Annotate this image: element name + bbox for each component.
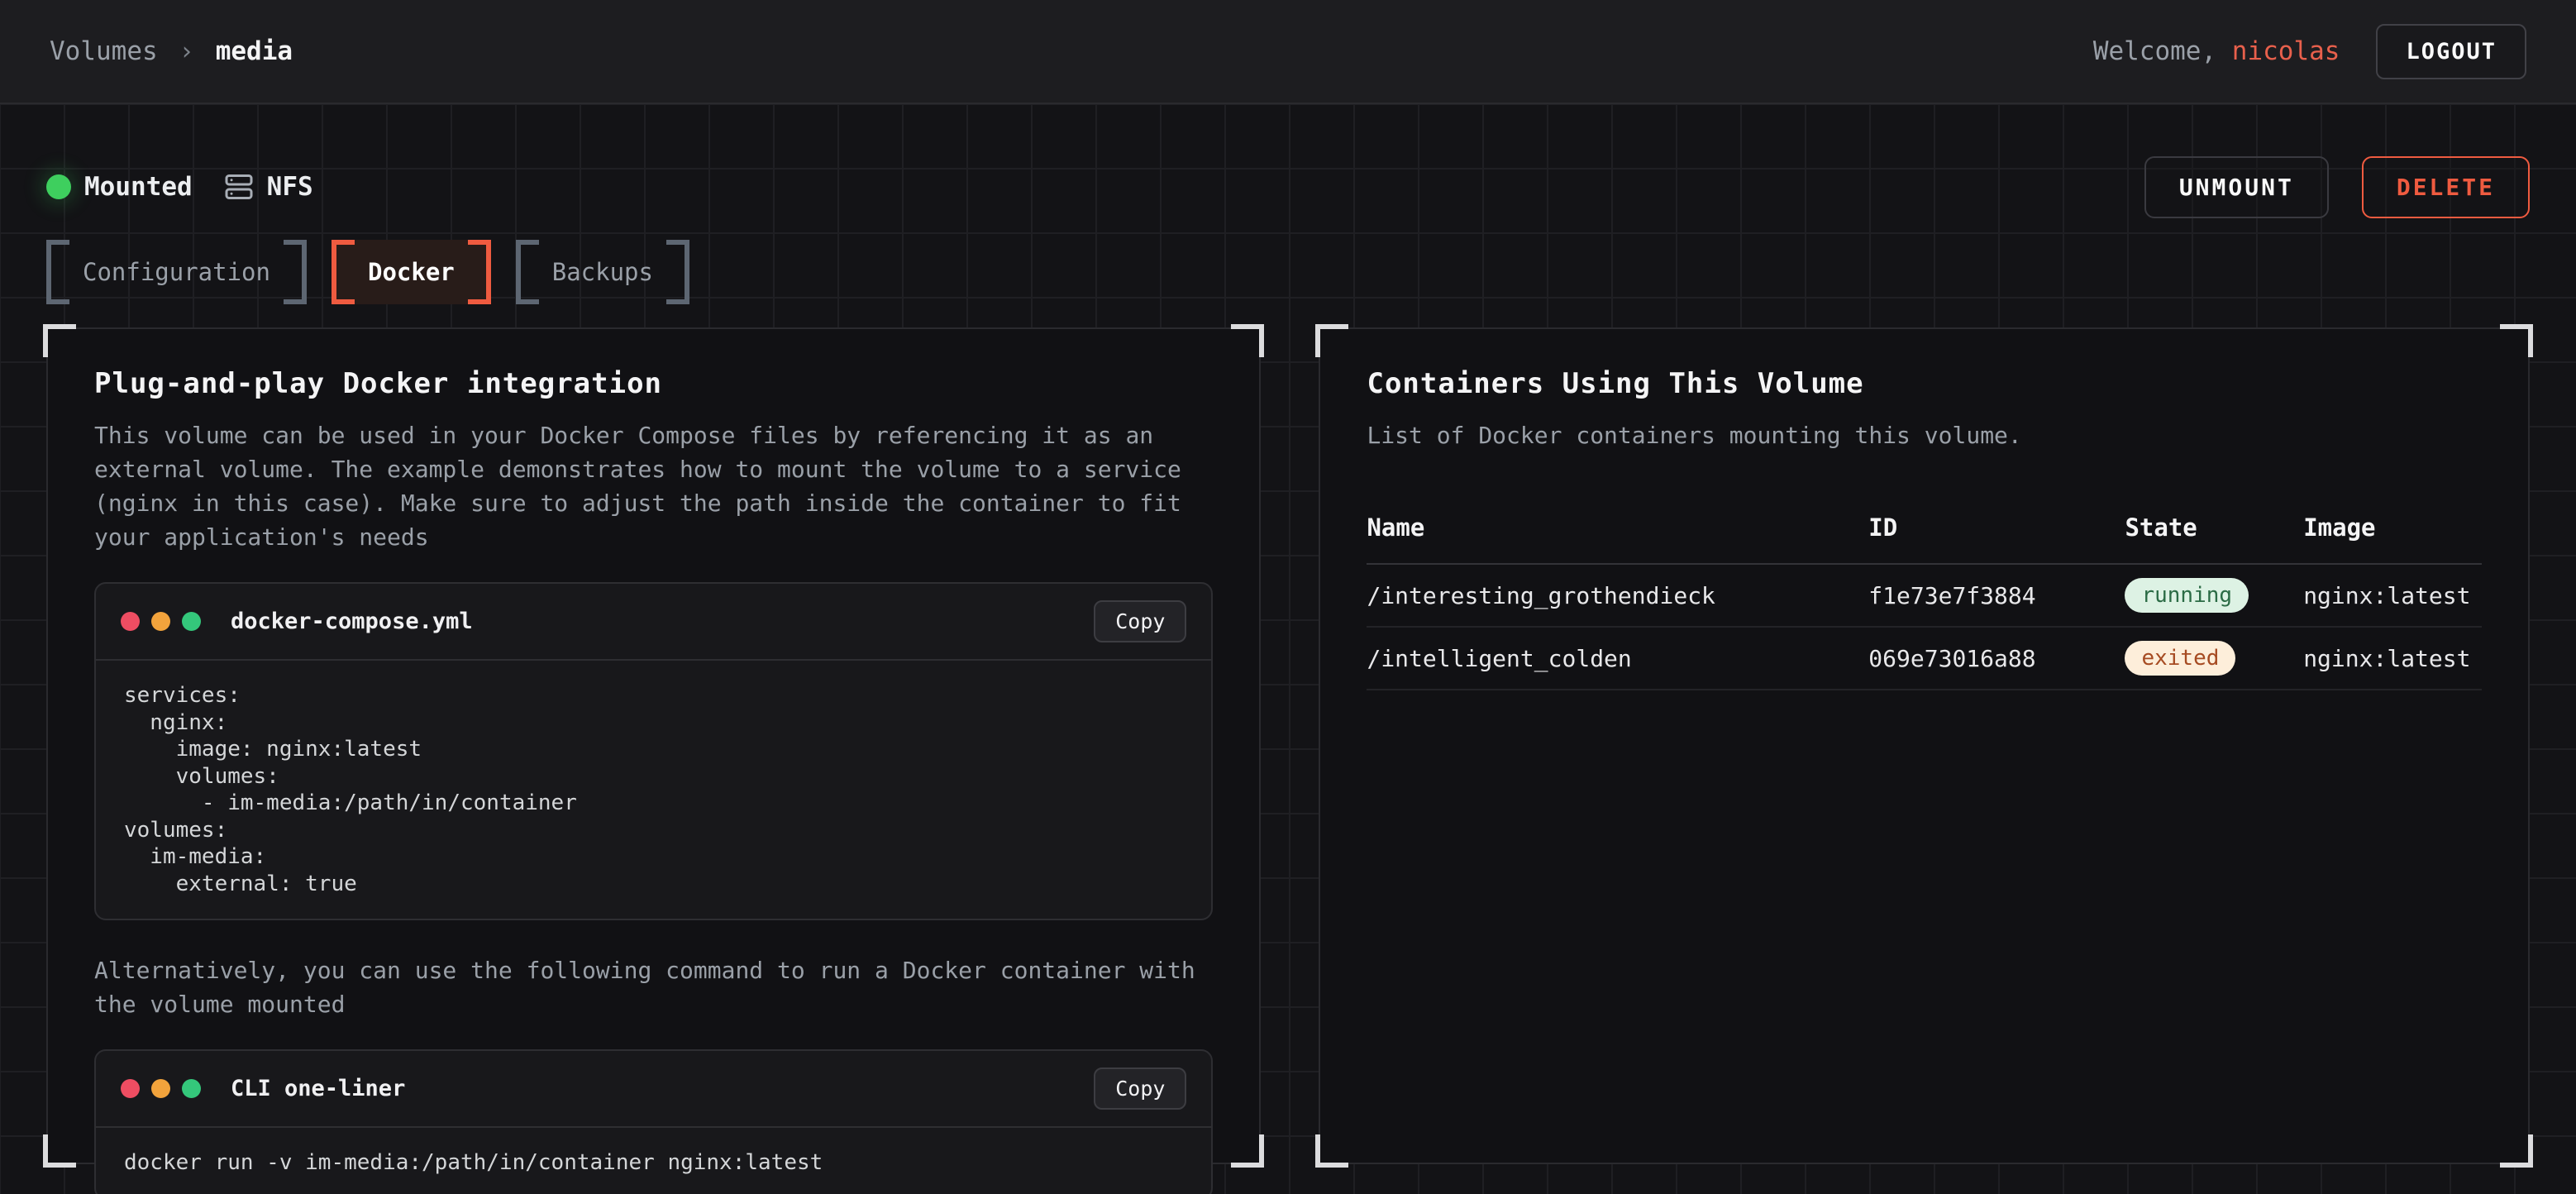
header-right: Welcome, nicolas LOGOUT — [2093, 24, 2526, 79]
red-dot-icon — [121, 612, 140, 631]
corner-bracket — [43, 1134, 76, 1168]
container-image: nginx:latest — [2303, 582, 2482, 609]
tab-configuration[interactable]: Configuration — [46, 240, 307, 304]
volume-status: Mounted NFS — [46, 172, 313, 202]
mounted-status: Mounted — [46, 172, 193, 202]
green-dot-icon — [182, 612, 201, 631]
cli-filename: CLI one-liner — [231, 1076, 405, 1101]
container-state: exited — [2125, 641, 2303, 676]
corner-bracket — [1315, 1134, 1348, 1168]
container-name: /interesting_grothendieck — [1367, 582, 1868, 609]
corner-bracket — [43, 324, 76, 357]
status-badge: exited — [2125, 641, 2235, 676]
server-icon — [224, 172, 254, 202]
traffic-lights-icon — [121, 612, 201, 631]
breadcrumb-volumes-link[interactable]: Volumes — [50, 36, 158, 66]
amber-dot-icon — [151, 612, 170, 631]
mounted-status-label: Mounted — [84, 172, 193, 202]
welcome-message: Welcome, nicolas — [2093, 36, 2340, 66]
fs-type: NFS — [224, 172, 313, 202]
status-row: Mounted NFS UNMOUNT DELETE — [46, 155, 2530, 218]
containers-panel: Containers Using This Volume List of Doc… — [1319, 327, 2530, 1164]
chevron-right-icon: › — [179, 37, 194, 66]
mounted-status-dot-icon — [46, 174, 71, 199]
containers-panel-subtitle: List of Docker containers mounting this … — [1367, 418, 2482, 452]
tab-docker-label: Docker — [368, 258, 455, 286]
container-state: running — [2125, 578, 2303, 613]
tab-configuration-label: Configuration — [83, 258, 270, 286]
tab-backups[interactable]: Backups — [516, 240, 689, 304]
cli-intro-text: Alternatively, you can use the following… — [94, 953, 1213, 1021]
corner-bracket — [1231, 1134, 1264, 1168]
main-content: Mounted NFS UNMOUNT DELETE Configuration… — [0, 104, 2576, 1194]
column-header-id: ID — [1868, 513, 2125, 542]
cli-code-block: CLI one-liner Copy docker run -v im-medi… — [94, 1049, 1213, 1194]
container-id: 069e73016a88 — [1868, 645, 2125, 672]
container-image: nginx:latest — [2303, 645, 2482, 672]
tab-bar: Configuration Docker Backups — [46, 240, 2530, 304]
tab-docker[interactable]: Docker — [332, 240, 491, 304]
column-header-state: State — [2125, 513, 2303, 542]
status-badge: running — [2125, 578, 2249, 613]
container-id: f1e73e7f3884 — [1868, 582, 2125, 609]
column-header-image: Image — [2303, 513, 2482, 542]
compose-code-block: docker-compose.yml Copy services: nginx:… — [94, 582, 1213, 920]
amber-dot-icon — [151, 1079, 170, 1098]
corner-bracket — [2500, 1134, 2533, 1168]
column-header-name: Name — [1367, 513, 1868, 542]
cli-copy-button[interactable]: Copy — [1094, 1067, 1186, 1110]
tab-backups-label: Backups — [552, 258, 653, 286]
breadcrumb: Volumes › media — [50, 36, 293, 66]
unmount-button[interactable]: UNMOUNT — [2144, 156, 2329, 218]
cli-code-text: docker run -v im-media:/path/in/containe… — [124, 1149, 1183, 1177]
compose-code-header: docker-compose.yml Copy — [96, 584, 1211, 659]
breadcrumb-current-volume: media — [216, 36, 293, 66]
containers-panel-title: Containers Using This Volume — [1367, 367, 2482, 400]
traffic-lights-icon — [121, 1079, 201, 1098]
cli-code-header: CLI one-liner Copy — [96, 1051, 1211, 1126]
delete-button[interactable]: DELETE — [2362, 156, 2530, 218]
volume-actions: UNMOUNT DELETE — [2144, 156, 2530, 218]
compose-copy-button[interactable]: Copy — [1094, 600, 1186, 642]
docker-panel-description: This volume can be used in your Docker C… — [94, 418, 1213, 554]
logout-button[interactable]: LOGOUT — [2376, 24, 2526, 79]
username: nicolas — [2232, 36, 2340, 66]
compose-code-body: services: nginx: image: nginx:latest vol… — [96, 659, 1211, 919]
compose-code-text: services: nginx: image: nginx:latest vol… — [124, 682, 1183, 897]
panels: Plug-and-play Docker integration This vo… — [46, 327, 2530, 1164]
cli-code-body: docker run -v im-media:/path/in/containe… — [96, 1126, 1211, 1194]
docker-integration-panel: Plug-and-play Docker integration This vo… — [46, 327, 1261, 1164]
red-dot-icon — [121, 1079, 140, 1098]
table-row: /interesting_grothendieck f1e73e7f3884 r… — [1367, 565, 2482, 628]
top-bar: Volumes › media Welcome, nicolas LOGOUT — [0, 0, 2576, 104]
containers-table: Name ID State Image /interesting_grothen… — [1367, 499, 2482, 690]
fs-type-label: NFS — [267, 172, 313, 202]
corner-bracket — [2500, 324, 2533, 357]
docker-panel-title: Plug-and-play Docker integration — [94, 367, 1213, 400]
table-header-row: Name ID State Image — [1367, 499, 2482, 565]
table-row: /intelligent_colden 069e73016a88 exited … — [1367, 628, 2482, 690]
corner-bracket — [1231, 324, 1264, 357]
green-dot-icon — [182, 1079, 201, 1098]
corner-bracket — [1315, 324, 1348, 357]
container-name: /intelligent_colden — [1367, 645, 1868, 672]
compose-filename: docker-compose.yml — [231, 609, 473, 634]
